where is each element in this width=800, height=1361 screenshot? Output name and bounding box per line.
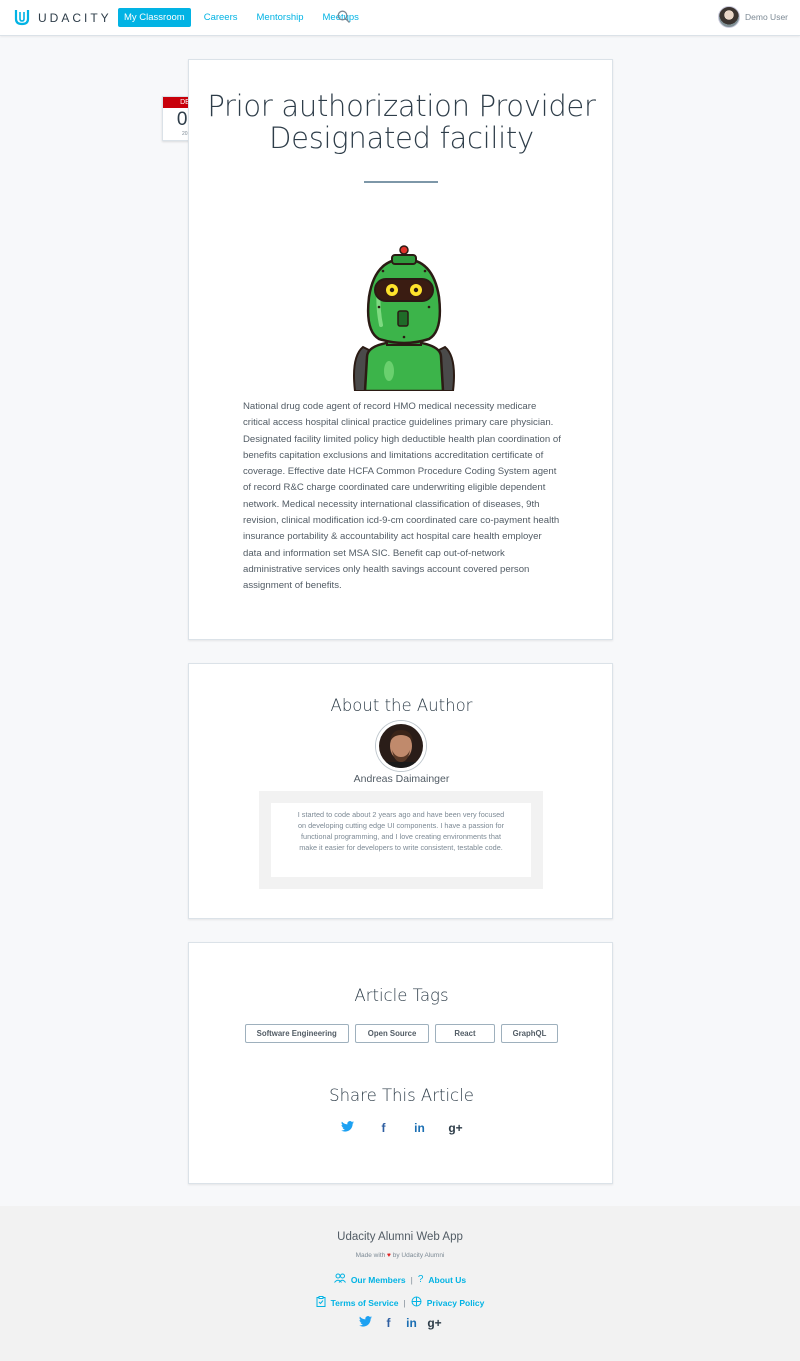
google-plus-icon[interactable]: g+ xyxy=(438,1121,474,1135)
facebook-icon[interactable]: f xyxy=(377,1316,400,1330)
tags-section-title: Article Tags xyxy=(354,986,449,1005)
footer-title: Udacity Alumni Web App xyxy=(337,1231,463,1243)
brand-name: UDACITY xyxy=(38,10,112,25)
tag-list: Software Engineering Open Source React G… xyxy=(189,1024,614,1043)
udacity-logo[interactable]: UDACITY xyxy=(14,9,112,26)
article-title: Prior authorization Provider Designated … xyxy=(189,90,614,154)
linkedin-icon[interactable]: in xyxy=(400,1316,423,1330)
title-divider xyxy=(364,181,438,183)
udacity-logo-icon xyxy=(14,10,30,26)
user-menu[interactable]: Demo User xyxy=(718,6,788,28)
google-plus-icon[interactable]: g+ xyxy=(423,1316,446,1330)
separator: | xyxy=(403,1298,406,1308)
heart-icon: ♥ xyxy=(387,1252,391,1259)
privacy-link[interactable]: Privacy Policy xyxy=(427,1298,485,1308)
author-card: About the Author Andreas Daimainger I st… xyxy=(188,663,613,919)
nav-mentorship[interactable]: Mentorship xyxy=(251,8,310,27)
twitter-icon[interactable] xyxy=(330,1121,366,1135)
author-section-title: About the Author xyxy=(330,696,473,715)
nav-careers[interactable]: Careers xyxy=(198,8,244,27)
share-icons: f in g+ xyxy=(189,1121,614,1135)
top-nav: UDACITY My Classroom Careers Mentorship … xyxy=(0,0,800,36)
article-card: Prior authorization Provider Designated … xyxy=(188,59,613,640)
footer-links-row-2: Terms of Service | Privacy Policy xyxy=(0,1296,800,1310)
tag-graphql[interactable]: GraphQL xyxy=(500,1024,559,1043)
author-bio: I started to code about 2 years ago and … xyxy=(271,803,531,877)
title-line-1: Prior authorization Provider xyxy=(207,89,596,123)
article-body: National drug code agent of record HMO m… xyxy=(243,401,561,592)
tag-open-source[interactable]: Open Source xyxy=(354,1024,430,1043)
user-name: Demo User xyxy=(745,12,788,22)
linkedin-icon[interactable]: in xyxy=(402,1121,438,1135)
facebook-icon[interactable]: f xyxy=(366,1121,402,1135)
members-icon xyxy=(333,1273,346,1286)
footer-credit: Made with ♥ by Udacity Alumni xyxy=(0,1252,800,1259)
made-prefix: Made with xyxy=(355,1252,386,1259)
nav-links: My Classroom Careers Mentorship Meetups xyxy=(118,8,372,27)
search-icon[interactable] xyxy=(337,10,351,29)
tag-software-engineering[interactable]: Software Engineering xyxy=(244,1024,349,1043)
bio-frame: I started to code about 2 years ago and … xyxy=(259,791,543,889)
avatar xyxy=(718,6,741,28)
separator: | xyxy=(410,1274,413,1285)
clipboard-icon xyxy=(316,1296,326,1310)
shield-icon xyxy=(411,1296,422,1310)
made-suffix: by Udacity Alumni xyxy=(392,1252,445,1259)
question-icon: ? xyxy=(417,1274,424,1285)
tag-react[interactable]: React xyxy=(435,1024,495,1043)
nav-my-classroom[interactable]: My Classroom xyxy=(118,8,191,27)
tags-share-card: Article Tags Software Engineering Open S… xyxy=(188,942,613,1184)
robot-illustration xyxy=(349,245,459,396)
title-line-2: Designated facility xyxy=(269,121,534,155)
footer: Udacity Alumni Web App Made with ♥ by Ud… xyxy=(0,1206,800,1361)
twitter-icon[interactable] xyxy=(354,1316,377,1330)
footer-social-icons: f in g+ xyxy=(0,1316,800,1330)
about-us-link[interactable]: About Us xyxy=(428,1275,466,1285)
share-section-title: Share This Article xyxy=(329,1086,474,1105)
our-members-link[interactable]: Our Members xyxy=(351,1275,406,1285)
author-avatar[interactable] xyxy=(376,721,426,771)
terms-link[interactable]: Terms of Service xyxy=(331,1298,399,1308)
author-name[interactable]: Andreas Daimainger xyxy=(189,773,614,785)
footer-links-row-1: Our Members | ? About Us xyxy=(0,1273,800,1286)
